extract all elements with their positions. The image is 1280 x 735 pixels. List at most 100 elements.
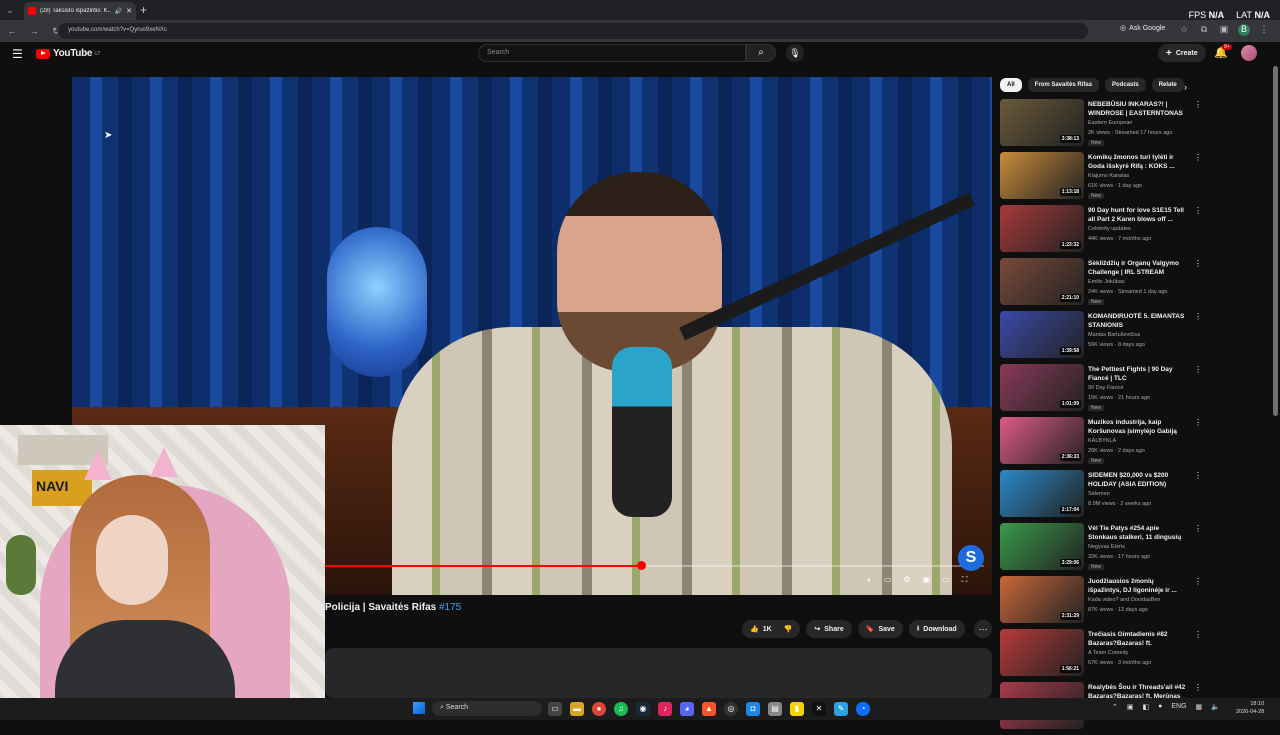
recommendation-channel[interactable]: 90 Day Fiancé bbox=[1088, 385, 1123, 391]
miniplayer-icon[interactable]: ▣ bbox=[923, 575, 931, 585]
recommendation-channel[interactable]: Eastern European bbox=[1088, 120, 1132, 126]
volume-icon[interactable]: 🔈 bbox=[1211, 703, 1220, 711]
video-thumbnail[interactable]: 3:38:13 bbox=[1000, 99, 1084, 146]
spotify-icon[interactable]: ♫ bbox=[614, 702, 628, 716]
recommendation-menu-icon[interactable]: ⋮ bbox=[1194, 312, 1202, 321]
tab-close-icon[interactable]: ✕ bbox=[126, 7, 132, 15]
chevron-right-icon[interactable]: › bbox=[1184, 82, 1187, 92]
hamburger-menu-icon[interactable]: ☰ bbox=[12, 47, 23, 61]
windows-start-icon[interactable] bbox=[413, 702, 425, 714]
recommendation-channel[interactable]: Klajumo Kanalas bbox=[1088, 173, 1129, 179]
taskbar-clock[interactable]: 18:10 2026-04-28 bbox=[1236, 700, 1264, 716]
recommendation-channel[interactable]: A Team Comedy bbox=[1088, 650, 1128, 656]
video-thumbnail[interactable]: 1:39:58 bbox=[1000, 311, 1084, 358]
save-button[interactable]: 🔖 Save bbox=[857, 620, 903, 638]
recommendation-menu-icon[interactable]: ⋮ bbox=[1194, 577, 1202, 586]
discord-icon[interactable]: ◕ bbox=[680, 702, 694, 716]
recommendation-menu-icon[interactable]: ⋮ bbox=[1194, 524, 1202, 533]
recommendation-title[interactable]: KOMANDIRUOTĖ 5. EIMANTAS STANIONIS bbox=[1088, 312, 1186, 330]
taskbar-search[interactable]: ⌕ Search bbox=[432, 701, 542, 716]
profile-icon[interactable]: B bbox=[1238, 24, 1250, 36]
new-tab-icon[interactable]: + bbox=[140, 3, 147, 17]
recommendation-channel[interactable]: Negyvas Eteris bbox=[1088, 544, 1125, 550]
recommendation-item[interactable]: 1:01:09 The Pettiest Fights | 90 Day Fian… bbox=[1000, 364, 1272, 417]
video-thumbnail[interactable]: 2:17:04 bbox=[1000, 470, 1084, 517]
recommendation-menu-icon[interactable]: ⋮ bbox=[1194, 259, 1202, 268]
recommendation-title[interactable]: Komikų žmonos turi tylėti ir Goda išskyr… bbox=[1088, 153, 1186, 171]
capcut-icon[interactable]: ✕ bbox=[812, 702, 826, 716]
recommendation-channel[interactable]: Kada video? and DovidasBen bbox=[1088, 597, 1160, 603]
recommendation-item[interactable]: 2:21:10 Sėkliždžių ir Organų Valgymo Chal… bbox=[1000, 258, 1272, 311]
chip-2[interactable]: Podcasts bbox=[1105, 78, 1146, 92]
autoplay-toggle-icon[interactable]: ◐ bbox=[867, 575, 872, 585]
microphone-icon[interactable]: 🎙 bbox=[786, 44, 804, 62]
download-button[interactable]: ⭳ Download bbox=[908, 620, 965, 638]
recommendation-menu-icon[interactable]: ⋮ bbox=[1194, 206, 1202, 215]
steam-icon[interactable]: ◉ bbox=[636, 702, 650, 716]
chrome-icon[interactable]: ● bbox=[592, 702, 606, 716]
recommendation-item[interactable]: 2:31:29 Juodžiausios žmonių išpažintys, D… bbox=[1000, 576, 1272, 629]
recommendation-menu-icon[interactable]: ⋮ bbox=[1194, 630, 1202, 639]
chip-3[interactable]: Relate bbox=[1151, 78, 1184, 92]
recommendation-title[interactable]: Trečiasis Gimtadienis #82 Bazaras?Bazara… bbox=[1088, 630, 1186, 648]
recommendation-item[interactable]: 2:17:04 SIDEMEN $20,000 vs $200 HOLIDAY (… bbox=[1000, 470, 1272, 523]
ask-google-button[interactable]: ◎ Ask Google bbox=[1120, 24, 1165, 33]
recommendation-title[interactable]: Vėl Tie Patys #254 apie Stonkaus stalker… bbox=[1088, 524, 1186, 542]
recommendation-title[interactable]: NEBEBŪSIU INKARAS?! | WINDROSE | EASTERN… bbox=[1088, 100, 1186, 118]
tray-chevron-icon[interactable]: ⌃ bbox=[1112, 703, 1118, 711]
file-explorer-icon[interactable]: ▬ bbox=[570, 702, 584, 716]
more-actions-icon[interactable]: ⋯ bbox=[974, 620, 992, 638]
page-scrollbar[interactable] bbox=[1273, 66, 1278, 416]
app-icon-blue[interactable]: ◘ bbox=[746, 702, 760, 716]
recommendation-channel[interactable]: KALBYKLA bbox=[1088, 438, 1116, 444]
subtitles-icon[interactable]: ▭ bbox=[884, 575, 892, 585]
tab-search-icon[interactable]: ⌄ bbox=[0, 0, 20, 20]
theater-mode-icon[interactable]: ▭ bbox=[942, 575, 950, 585]
search-input[interactable]: Search bbox=[478, 44, 746, 62]
recommendation-item[interactable]: 1:39:58 KOMANDIRUOTĖ 5. EIMANTAS STANIONI… bbox=[1000, 311, 1272, 364]
video-thumbnail[interactable]: 1:01:09 bbox=[1000, 364, 1084, 411]
recommendation-title[interactable]: Sėkliždžių ir Organų Valgymo Challenge |… bbox=[1088, 259, 1186, 277]
obs-icon[interactable]: ◎ bbox=[724, 702, 738, 716]
recommendation-item[interactable]: 1:23:32 90 Day hunt for love S1E15 Tell a… bbox=[1000, 205, 1272, 258]
extensions-puzzle-icon[interactable]: ▣ bbox=[1218, 24, 1230, 36]
dislike-icon[interactable]: 👎 bbox=[784, 625, 793, 633]
recommendation-item[interactable]: 2:36:33 Muzikos industrija, kaip Koršunov… bbox=[1000, 417, 1272, 470]
create-button[interactable]: + Create bbox=[1158, 44, 1206, 62]
recommendation-title[interactable]: Juodžiausios žmonių išpažintys, DJ ligon… bbox=[1088, 577, 1186, 595]
back-icon[interactable]: ← bbox=[6, 26, 18, 36]
tiktok-icon[interactable]: ♪ bbox=[658, 702, 672, 716]
browser-tab[interactable]: (28) Taksisto išpažintis: K... 🔊 ✕ bbox=[24, 2, 136, 20]
video-scrubber-handle[interactable] bbox=[636, 561, 646, 570]
network-icon[interactable]: ▦ bbox=[1196, 703, 1203, 711]
settings-gear-icon[interactable]: ⚙ bbox=[903, 575, 910, 585]
recommendation-menu-icon[interactable]: ⋮ bbox=[1194, 365, 1202, 374]
recommendation-channel[interactable]: Emilis Jokūbas bbox=[1088, 279, 1125, 285]
video-thumbnail[interactable]: 3:29:06 bbox=[1000, 523, 1084, 570]
bookmark-star-icon[interactable]: ☆ bbox=[1178, 24, 1190, 36]
task-view-icon[interactable]: ▭ bbox=[548, 702, 562, 716]
recommendation-title[interactable]: The Pettiest Fights | 90 Day Fiancé | TL… bbox=[1088, 365, 1186, 383]
tray-app-icon[interactable]: ▣ bbox=[1127, 703, 1134, 711]
recommendation-menu-icon[interactable]: ⋮ bbox=[1194, 153, 1202, 162]
paint-icon[interactable]: ✎ bbox=[834, 702, 848, 716]
video-thumbnail[interactable]: 2:36:33 bbox=[1000, 417, 1084, 464]
recommendation-channel[interactable]: Sidemen bbox=[1088, 491, 1110, 497]
forward-icon[interactable]: → bbox=[28, 26, 40, 36]
language-indicator[interactable]: ENG bbox=[1171, 703, 1186, 711]
recommendation-item[interactable]: 3:38:13 NEBEBŪSIU INKARAS?! | WINDROSE | … bbox=[1000, 99, 1272, 152]
recommendation-title[interactable]: Muzikos industrija, kaip Koršunovas įsim… bbox=[1088, 418, 1186, 436]
recommendation-item[interactable]: 1:56:21 Trečiasis Gimtadienis #82 Bazaras… bbox=[1000, 629, 1272, 682]
recommendation-menu-icon[interactable]: ⋮ bbox=[1194, 471, 1202, 480]
chip-1[interactable]: From Savaitės Rifas bbox=[1027, 78, 1100, 92]
recommendation-title[interactable]: 90 Day hunt for love S1E15 Tell all Part… bbox=[1088, 206, 1186, 224]
recommendation-channel[interactable]: Mantas Bartuševičius bbox=[1088, 332, 1140, 338]
description-box[interactable] bbox=[325, 648, 992, 698]
recommendation-title[interactable]: SIDEMEN $20,000 vs $200 HOLIDAY (ASIA ED… bbox=[1088, 471, 1186, 489]
speaker-icon[interactable]: 🔊 bbox=[115, 8, 122, 15]
app-icon-teal[interactable]: ◔ bbox=[856, 702, 870, 716]
fullscreen-icon[interactable]: ⛶ bbox=[962, 575, 968, 585]
share-button[interactable]: ↪ Share bbox=[806, 620, 852, 638]
recommendation-item[interactable]: 1:13:18 Komikų žmonos turi tylėti ir Goda… bbox=[1000, 152, 1272, 205]
url-field[interactable]: youtube.com/watch?v=Qyruo9xeNXc bbox=[58, 23, 1088, 39]
